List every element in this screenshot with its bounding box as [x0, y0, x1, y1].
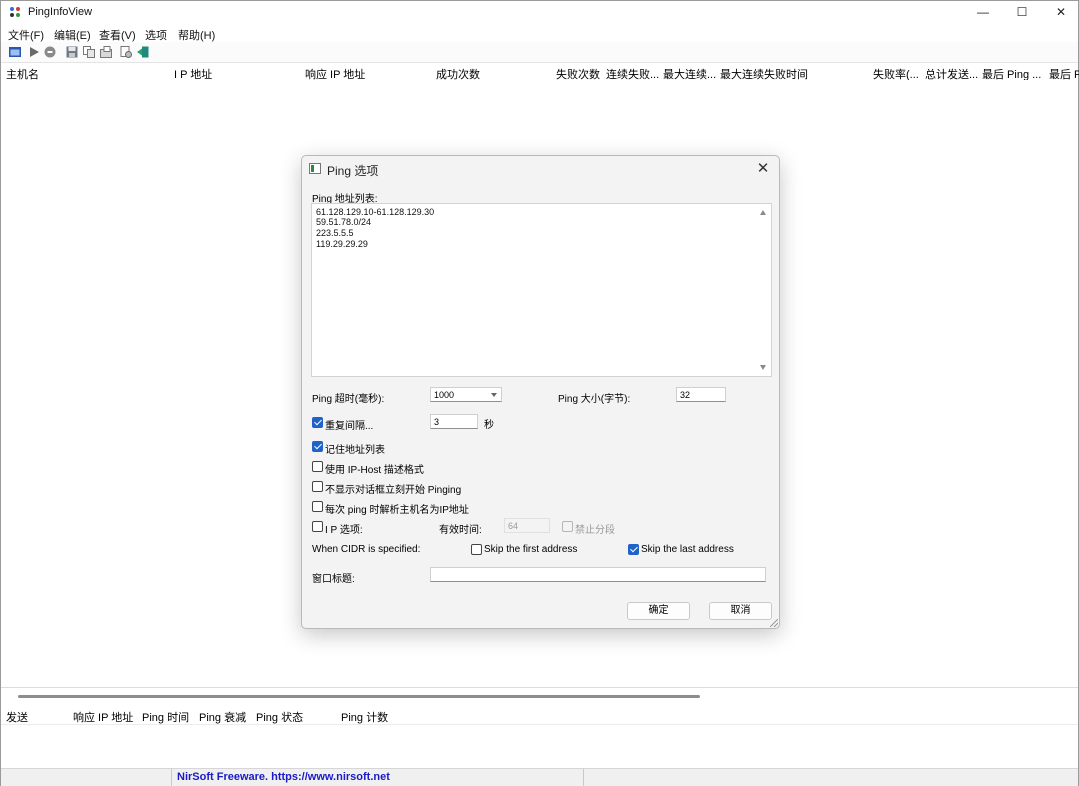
menu-help[interactable]: 帮助(H)	[178, 27, 215, 43]
col-ping-time[interactable]: Ping 时间	[142, 709, 189, 725]
repeat-interval-field[interactable]: 3	[430, 414, 478, 429]
nodialog-label: 不显示对话框立刻开始 Pinging	[325, 485, 462, 496]
size-label: Ping 大小(字节):	[558, 394, 631, 405]
minimize-button[interactable]: —	[963, 1, 1003, 24]
title-bar: PingInfoView — ☐ ✕	[1, 1, 1078, 24]
remember-checkbox[interactable]	[312, 441, 323, 452]
bottom-list-header: 发送 响应 IP 地址 Ping 时间 Ping 衰减 Ping 状态 Ping…	[1, 706, 1078, 725]
ping-options-dialog: Ping 选项 ✕ Ping 地址列表: 61.128.129.10-61.12…	[301, 155, 780, 629]
timeout-combobox[interactable]: 1000	[430, 387, 502, 402]
col-reply-ip-bottom[interactable]: 响应 IP 地址	[73, 709, 133, 725]
ok-button[interactable]: 确定	[627, 602, 690, 620]
repeat-value: 3	[434, 417, 440, 427]
scroll-thumb[interactable]	[18, 695, 700, 698]
exit-icon[interactable]	[136, 45, 150, 59]
top-list-header: 主机名 I P 地址 响应 IP 地址 成功次数 失败次数 连续失败... 最大…	[1, 63, 1079, 81]
ipopt-label: I P 选项:	[325, 525, 363, 536]
properties-icon[interactable]	[99, 45, 113, 59]
scroll-down-icon[interactable]	[760, 365, 766, 370]
window-title: PingInfoView	[28, 6, 93, 18]
size-value: 32	[680, 390, 691, 400]
menu-options[interactable]: 选项	[145, 27, 167, 43]
resolve-label: 每次 ping 时解析主机名为IP地址	[325, 505, 469, 516]
address-line: 223.5.5.5	[316, 228, 354, 238]
cancel-button[interactable]: 取消	[709, 602, 772, 620]
window-title-label: 窗口标题:	[312, 574, 355, 585]
skip-last-checkbox[interactable]	[628, 544, 639, 555]
ttl-value: 64	[508, 521, 519, 531]
save-icon[interactable]	[65, 45, 79, 59]
scroll-up-icon[interactable]	[760, 210, 766, 215]
iphost-label: 使用 IP-Host 描述格式	[325, 465, 424, 476]
size-field[interactable]: 32	[676, 387, 726, 402]
toolbar	[1, 42, 1078, 63]
horizontal-scrollbar[interactable]	[1, 687, 1078, 707]
window-title-field[interactable]	[430, 567, 766, 582]
timeout-label: Ping 超时(毫秒):	[312, 394, 385, 405]
repeat-unit: 秒	[484, 420, 494, 431]
copy-icon[interactable]	[82, 45, 96, 59]
maximize-button[interactable]: ☐	[1002, 1, 1042, 24]
dialog-title: Ping 选项	[327, 164, 379, 178]
col-ping-count[interactable]: Ping 计数	[341, 709, 388, 725]
address-line: 119.29.29.29	[316, 239, 368, 249]
menu-file[interactable]: 文件(F)	[8, 27, 44, 43]
app-icon	[10, 7, 20, 17]
nodialog-checkbox[interactable]	[312, 481, 323, 492]
ipopt-checkbox[interactable]	[312, 521, 323, 532]
repeat-checkbox[interactable]	[312, 417, 323, 428]
status-bar: NirSoft Freeware. https://www.nirsoft.ne…	[1, 768, 1078, 786]
iphost-checkbox[interactable]	[312, 461, 323, 472]
menu-edit[interactable]: 编辑(E)	[54, 27, 91, 43]
repeat-label: 重复间隔...	[325, 421, 374, 432]
ttl-field[interactable]: 64	[504, 518, 550, 533]
col-ping-ttl[interactable]: Ping 衰减	[199, 709, 246, 725]
address-list-textarea[interactable]: 61.128.129.10-61.128.129.30 59.51.78.0/2…	[311, 203, 772, 377]
window-icon[interactable]	[8, 45, 22, 59]
col-ping-status[interactable]: Ping 状态	[256, 709, 303, 725]
play-icon[interactable]	[27, 45, 41, 59]
close-button[interactable]: ✕	[1041, 1, 1079, 24]
menu-bar: 文件(F) 编辑(E) 查看(V) 选项 帮助(H)	[1, 24, 1078, 42]
status-section-1	[1, 769, 172, 786]
skip-first-label: Skip the first address	[484, 544, 578, 555]
address-line: 61.128.129.10-61.128.129.30	[316, 207, 435, 217]
nofrag-checkbox[interactable]	[562, 521, 573, 532]
nirsoft-link[interactable]: NirSoft Freeware. https://www.nirsoft.ne…	[177, 771, 390, 783]
dialog-close-button[interactable]: ✕	[752, 158, 774, 180]
menu-view[interactable]: 查看(V)	[99, 27, 136, 43]
address-line: 59.51.78.0/24	[316, 217, 372, 227]
textarea-scrollbar[interactable]	[756, 204, 771, 376]
timeout-value: 1000	[434, 390, 455, 400]
skip-last-label: Skip the last address	[641, 544, 734, 555]
col-sent[interactable]: 发送	[6, 709, 28, 725]
dialog-icon	[309, 163, 321, 174]
bottom-list-area[interactable]	[1, 725, 1078, 768]
chevron-down-icon[interactable]	[491, 393, 497, 397]
cidr-label: When CIDR is specified:	[312, 544, 421, 555]
nofrag-label: 禁止分段	[575, 525, 615, 536]
skip-first-checkbox[interactable]	[471, 544, 482, 555]
stop-icon[interactable]	[43, 45, 57, 59]
options-icon[interactable]	[119, 45, 133, 59]
remember-label: 记住地址列表	[325, 445, 385, 456]
ttl-label: 有效时间:	[439, 525, 482, 536]
resolve-checkbox[interactable]	[312, 501, 323, 512]
resize-grip-icon[interactable]	[770, 619, 778, 627]
